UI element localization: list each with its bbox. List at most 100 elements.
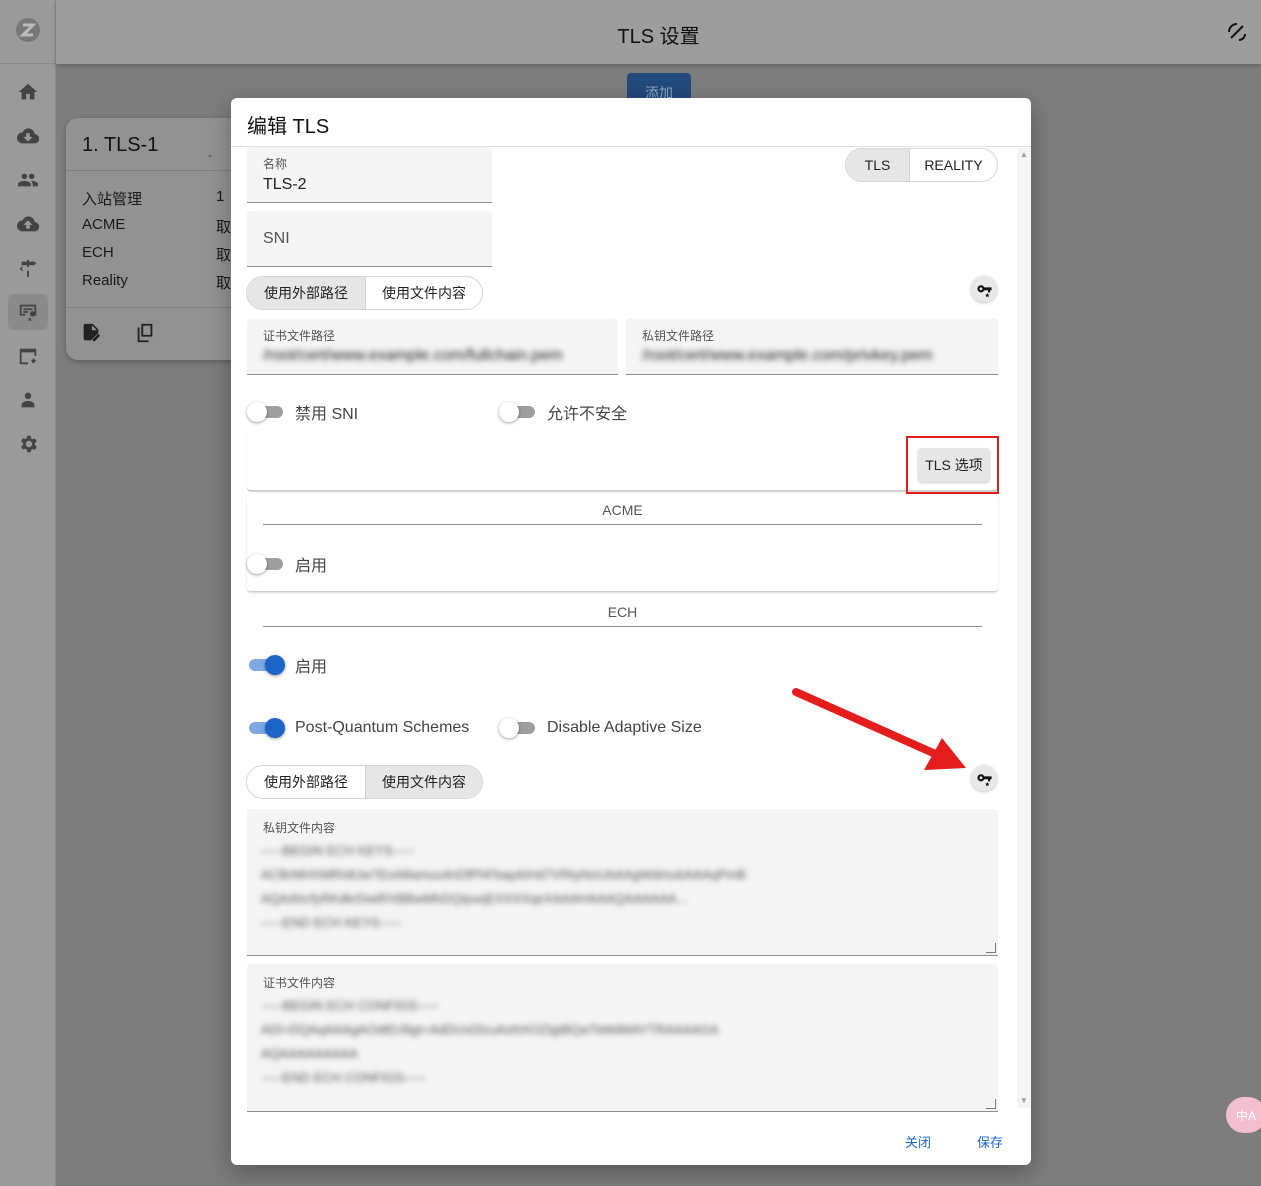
acme-enable-switch[interactable] xyxy=(247,553,285,575)
ech-enable-toggle[interactable]: 启用 xyxy=(247,653,327,677)
cert-path-value: /root/cert/www.example.com/fullchain.pem xyxy=(263,347,563,364)
ech-cert-content: -----BEGIN ECH CONFIGS----- ADl+DQAqAAAgA… xyxy=(261,998,719,1085)
gear-icon xyxy=(21,435,37,453)
name-field[interactable]: 名称 TLS-2 xyxy=(247,147,492,203)
card-row-value: 取 xyxy=(216,275,232,292)
name-label: 名称 xyxy=(263,157,288,171)
key-path-field[interactable]: 私钥文件路径 /root/cert/www.example.com/privke… xyxy=(626,319,998,375)
scroll-down-icon[interactable]: ▼ xyxy=(1020,1096,1028,1105)
card-row-value: 取 xyxy=(216,247,232,264)
dialog-scrollbar[interactable]: ▲ ▼ xyxy=(1017,148,1031,1108)
disable-sni-label: 禁用 SNI xyxy=(295,406,359,423)
edit-file-icon xyxy=(83,323,101,342)
acme-title: ACME xyxy=(602,502,643,518)
ech-key-textarea[interactable]: 私钥文件内容 -----BEGIN ECH KEYS----- ACBrMHXMR… xyxy=(247,809,998,956)
card-row-label: 入站管理 xyxy=(82,191,143,208)
ech-source-toggle: 使用外部路径 使用文件内容 xyxy=(246,765,483,799)
sni-placeholder: SNI xyxy=(263,230,290,247)
tab-file-content[interactable]: 使用文件内容 xyxy=(365,277,482,309)
ech-key-label: 私钥文件内容 xyxy=(263,821,336,835)
edit-button[interactable] xyxy=(80,322,102,344)
acme-rule xyxy=(263,524,982,525)
users-icon xyxy=(17,173,39,187)
nav-home[interactable] xyxy=(8,74,48,110)
close-button[interactable]: 关闭 xyxy=(905,1132,931,1151)
tls-card-bottom xyxy=(247,428,998,491)
edit-tls-dialog: 编辑 TLS ▲ ▼ 名称 TLS-2 TLS REALITY SNI 使用外部… xyxy=(231,98,1031,1165)
nav-rules[interactable] xyxy=(8,250,48,286)
home-icon xyxy=(18,83,38,100)
disable-adaptive-toggle[interactable]: Disable Adaptive Size xyxy=(499,717,702,739)
disable-adaptive-switch[interactable] xyxy=(499,717,537,739)
ech-enable-switch[interactable] xyxy=(247,654,285,676)
nav-admin[interactable] xyxy=(8,382,48,418)
nav-users[interactable] xyxy=(8,162,48,198)
app-logo-icon[interactable] xyxy=(14,16,42,44)
card-divider xyxy=(66,307,246,308)
tls-card-type: - xyxy=(208,148,212,162)
post-quantum-toggle[interactable]: Post-Quantum Schemes xyxy=(247,717,469,739)
admin-icon xyxy=(21,392,35,408)
key-icon xyxy=(976,284,992,297)
card-row-value: 取 xyxy=(216,219,232,236)
allow-insecure-toggle[interactable]: 允许不安全 xyxy=(499,400,627,424)
translate-badge[interactable]: 中A xyxy=(1226,1097,1261,1133)
allow-insecure-switch[interactable] xyxy=(499,401,537,423)
highlight-box xyxy=(906,436,999,494)
post-quantum-switch[interactable] xyxy=(247,717,285,739)
disable-adaptive-label: Disable Adaptive Size xyxy=(547,719,702,736)
ech-cert-label: 证书文件内容 xyxy=(263,976,336,990)
nav-dns[interactable] xyxy=(8,338,48,374)
sni-field[interactable]: SNI xyxy=(247,211,492,267)
top-app-bar: TLS 设置 xyxy=(56,0,1261,64)
ech-tab-external-path[interactable]: 使用外部路径 xyxy=(247,766,365,798)
nav-inbound[interactable] xyxy=(8,118,48,154)
nav-tls[interactable] xyxy=(8,294,48,330)
card-row-label: ECH xyxy=(82,244,114,261)
generate-key-button[interactable] xyxy=(971,276,997,302)
key-path-label: 私钥文件路径 xyxy=(642,329,715,343)
cert-path-label: 证书文件路径 xyxy=(263,329,336,343)
page-title: TLS 设置 xyxy=(617,26,700,48)
clone-button[interactable] xyxy=(134,322,156,344)
ech-rule xyxy=(263,626,982,627)
cert-source-toggle: 使用外部路径 使用文件内容 xyxy=(246,276,483,310)
acme-enable-toggle[interactable]: 启用 xyxy=(247,552,327,576)
web-settings-icon xyxy=(19,348,37,365)
ech-key-content: -----BEGIN ECH KEYS----- ACBrMHXMRIdtJw7E… xyxy=(261,843,746,930)
cert-path-field[interactable]: 证书文件路径 /root/cert/www.example.com/fullch… xyxy=(247,319,618,375)
post-quantum-label: Post-Quantum Schemes xyxy=(295,719,470,736)
tls-card-title: 1. TLS-1 xyxy=(82,134,159,156)
cloud-download-icon xyxy=(17,128,39,144)
resize-handle[interactable] xyxy=(986,1099,996,1109)
scroll-up-icon[interactable]: ▲ xyxy=(1020,150,1028,159)
certificate-icon xyxy=(19,304,37,322)
allow-insecure-label: 允许不安全 xyxy=(547,406,628,423)
save-button[interactable]: 保存 xyxy=(977,1132,1003,1151)
cloud-upload-icon xyxy=(17,216,39,232)
nav-outbound[interactable] xyxy=(8,206,48,242)
card-row-label: Reality xyxy=(82,272,128,289)
name-value: TLS-2 xyxy=(263,176,307,193)
acme-enable-label: 启用 xyxy=(295,558,328,575)
tab-external-path[interactable]: 使用外部路径 xyxy=(247,277,365,309)
resize-handle[interactable] xyxy=(986,943,996,953)
mode-tls-tab[interactable]: TLS xyxy=(846,149,909,181)
dialog-title: 编辑 TLS xyxy=(247,116,330,138)
ech-tab-file-content[interactable]: 使用文件内容 xyxy=(365,766,482,798)
mode-toggle: TLS REALITY xyxy=(845,148,998,182)
ech-cert-textarea[interactable]: 证书文件内容 -----BEGIN ECH CONFIGS----- ADl+DQ… xyxy=(247,964,998,1112)
card-divider xyxy=(66,170,246,171)
theme-toggle-icon[interactable] xyxy=(1225,20,1249,44)
copy-icon xyxy=(137,323,153,343)
annotation-arrow-icon xyxy=(792,688,966,770)
nav-settings[interactable] xyxy=(8,426,48,462)
card-row-value: 1 xyxy=(216,188,225,205)
sidebar xyxy=(0,0,56,1186)
ech-enable-label: 启用 xyxy=(295,659,328,676)
disable-sni-toggle[interactable]: 禁用 SNI xyxy=(247,400,358,424)
mode-reality-tab[interactable]: REALITY xyxy=(909,149,997,181)
disable-sni-switch[interactable] xyxy=(247,401,285,423)
ech-title: ECH xyxy=(607,604,638,620)
signpost-icon xyxy=(19,259,37,278)
